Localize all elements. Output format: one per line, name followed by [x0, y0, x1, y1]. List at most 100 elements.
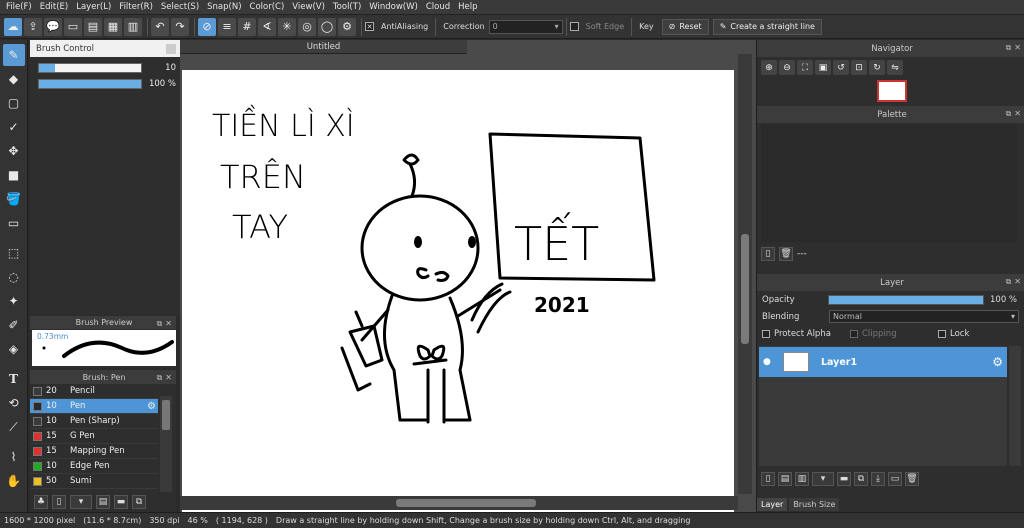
add-brush-icon[interactable]: ▾ — [70, 495, 92, 509]
tab-layer[interactable]: Layer — [757, 497, 788, 511]
popout-icon[interactable]: ⧉ — [1006, 277, 1012, 287]
brush-list-item[interactable]: 50 Sumi — [30, 474, 158, 489]
gear-icon[interactable]: ⚙ — [147, 401, 156, 412]
folder-icon[interactable]: ▬ — [837, 472, 851, 486]
soft-edge-checkbox[interactable] — [569, 22, 579, 31]
snap-settings-icon[interactable]: ⚙ — [338, 17, 356, 36]
brush-size-slider[interactable] — [38, 63, 142, 73]
lock-checkbox[interactable]: Lock — [938, 329, 969, 339]
snap-radial-icon[interactable]: ✳ — [278, 17, 296, 36]
new-halftone-layer-icon[interactable]: ▤ — [778, 472, 792, 486]
close-icon[interactable]: ✕ — [1014, 43, 1021, 53]
new-brush-icon[interactable]: ▯ — [52, 495, 66, 509]
close-icon[interactable]: ✕ — [165, 373, 172, 383]
snap-parallel-icon[interactable]: ≡ — [218, 17, 236, 36]
reset-view-icon[interactable]: ⊡ — [851, 60, 867, 75]
snap-angle-icon[interactable]: ∢ — [258, 17, 276, 36]
panel-icon[interactable]: ▥ — [124, 17, 142, 36]
menu-item-colorc[interactable]: Color(C) — [248, 2, 291, 12]
duplicate-icon[interactable]: ⧉ — [132, 495, 146, 509]
brush-list-item[interactable]: 10 Pen ⚙ — [30, 399, 158, 414]
layer-opacity-value[interactable]: 100 % — [990, 295, 1017, 305]
canvas-horizontal-scrollbar[interactable] — [180, 496, 738, 510]
gradient-tool-icon[interactable]: ▭ — [3, 212, 25, 234]
brush-list-item[interactable]: 10 Pen (Sharp) — [30, 414, 158, 429]
brush-opacity-value[interactable]: 100 % — [148, 79, 176, 89]
popout-icon[interactable]: ⧉ — [157, 319, 163, 329]
menu-item-edite[interactable]: Edit(E) — [38, 2, 74, 12]
new-layer-icon[interactable]: ▯ — [761, 472, 775, 486]
snap-grid-icon[interactable]: # — [238, 17, 256, 36]
merge-layer-icon[interactable]: ⤓ — [871, 472, 885, 486]
redo-icon[interactable]: ↷ — [171, 17, 189, 36]
navigator-thumbnail[interactable] — [877, 80, 907, 102]
menu-item-toolt[interactable]: Tool(T) — [331, 2, 367, 12]
create-straight-line-button[interactable]: ✎ Create a straight line — [712, 18, 822, 35]
visibility-icon[interactable]: ● — [763, 357, 771, 367]
save-icon[interactable]: ▤ — [84, 17, 102, 36]
brush-settings-icon[interactable]: ♣ — [34, 495, 48, 509]
folder-icon[interactable]: ▬ — [114, 495, 128, 509]
layer-list-scrollbar[interactable] — [1009, 346, 1021, 466]
cloud-icon[interactable]: ☁ — [4, 17, 22, 36]
new-palette-icon[interactable]: ▯ — [761, 247, 775, 261]
brush-list-item[interactable]: 15 G Pen — [30, 429, 158, 444]
rotate-right-icon[interactable]: ↻ — [869, 60, 885, 75]
delete-palette-icon[interactable]: 🗑 — [779, 247, 793, 261]
close-icon[interactable]: ✕ — [165, 319, 172, 329]
bucket-tool-icon[interactable]: 🪣 — [3, 188, 25, 210]
brush-tool-icon[interactable]: ✎ — [2, 44, 25, 66]
clipping-checkbox[interactable]: Clipping — [850, 329, 938, 339]
marquee-tool-icon[interactable]: ⬚ — [3, 242, 25, 264]
menu-item-snapn[interactable]: Snap(N) — [205, 2, 247, 12]
zoom-out-icon[interactable]: ⊖ — [779, 60, 795, 75]
lasso-tool-icon[interactable]: ◌ — [3, 266, 25, 288]
drawing-canvas[interactable]: TIỀN LÌ XÌ TRÊN TAY TẾT 2021 — [182, 70, 734, 525]
duplicate-layer-icon[interactable]: ⧉ — [854, 472, 868, 486]
antialiasing-checkbox[interactable]: ✕ — [365, 22, 374, 31]
chat-icon[interactable]: 💬 — [44, 17, 62, 36]
flip-icon[interactable]: ⇋ — [887, 60, 903, 75]
correction-select[interactable]: 0 ▾ — [488, 19, 563, 34]
hand-tool-icon[interactable]: ✋ — [3, 470, 25, 492]
menu-item-selects[interactable]: Select(S) — [159, 2, 205, 12]
brush-list-scrollbar[interactable] — [160, 396, 172, 496]
fill-rect-tool-icon[interactable]: ■ — [3, 164, 25, 186]
protect-alpha-checkbox[interactable]: Protect Alpha — [762, 329, 850, 339]
gear-icon[interactable]: ⚙ — [992, 355, 1003, 369]
menu-item-filterr[interactable]: Filter(R) — [117, 2, 159, 12]
select-pen-tool-icon[interactable]: ✐ — [3, 314, 25, 336]
menu-item-cloud[interactable]: Cloud — [424, 2, 456, 12]
divide-tool-icon[interactable]: ⟋ — [3, 416, 25, 438]
operation-tool-icon[interactable]: ⟲ — [3, 392, 25, 414]
menu-item-viewv[interactable]: View(V) — [290, 2, 331, 12]
close-icon[interactable]: ✕ — [1014, 277, 1021, 287]
layer-blending-select[interactable]: Normal ▾ — [829, 310, 1019, 323]
brush-list-item[interactable]: 15 Mapping Pen — [30, 444, 158, 459]
tab-brush-size[interactable]: Brush Size — [789, 497, 840, 511]
copy-brush-icon[interactable]: ▤ — [96, 495, 110, 509]
layout-icon[interactable]: ▦ — [104, 17, 122, 36]
select-rect-tool-icon[interactable]: ▢ — [3, 92, 25, 114]
brush-size-value[interactable]: 10 — [148, 63, 176, 73]
text-tool-icon[interactable]: T — [3, 368, 25, 390]
brush-opacity-slider[interactable] — [38, 79, 142, 89]
magic-wand-tool-icon[interactable]: ✦ — [3, 290, 25, 312]
reset-button[interactable]: ⊘ Reset — [661, 18, 709, 35]
add-layer-menu-icon[interactable]: ▾ — [812, 472, 834, 486]
popout-icon[interactable]: ⧉ — [1006, 43, 1012, 53]
layer-item-layer1[interactable]: ● Layer1 ⚙ — [759, 347, 1007, 377]
brush-list-item[interactable]: 10 Edge Pen — [30, 459, 158, 474]
check-tool-icon[interactable]: ✓ — [3, 116, 25, 138]
layer-opacity-slider[interactable] — [828, 294, 984, 305]
close-icon[interactable] — [166, 43, 176, 54]
fit-icon[interactable]: ⛶ — [797, 60, 813, 75]
undo-icon[interactable]: ↶ — [151, 17, 169, 36]
menu-item-layerl[interactable]: Layer(L) — [74, 2, 117, 12]
menu-item-filef[interactable]: File(F) — [4, 2, 38, 12]
menu-item-windoww[interactable]: Window(W) — [367, 2, 424, 12]
popout-icon[interactable]: ⧉ — [157, 373, 163, 383]
move-tool-icon[interactable]: ✥ — [3, 140, 25, 162]
menu-item-help[interactable]: Help — [456, 2, 483, 12]
snap-circle-icon[interactable]: ◎ — [298, 17, 316, 36]
